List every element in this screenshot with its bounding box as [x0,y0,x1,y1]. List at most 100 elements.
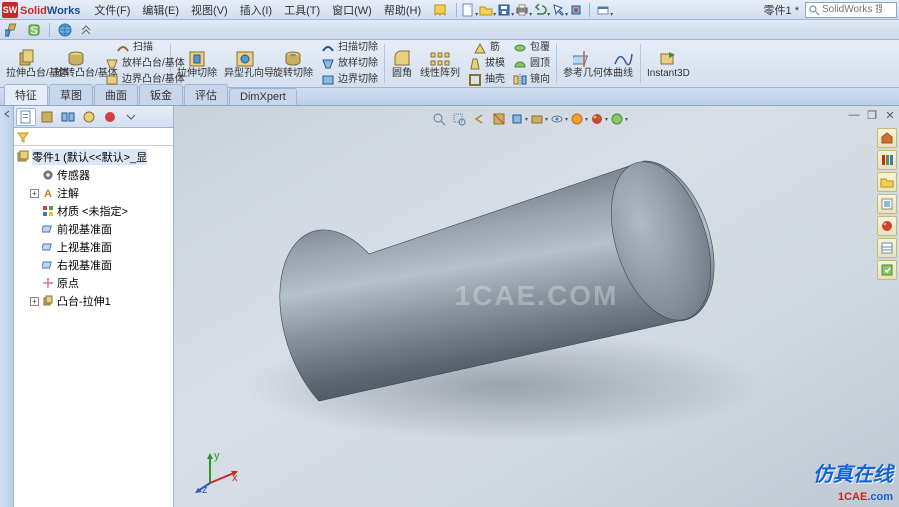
3d-viewport[interactable]: 1CAE.COM y x z 仿真在线 1CAE.com [174,106,899,507]
task-explorer-icon[interactable] [877,172,897,192]
collapse-toggle-icon[interactable] [3,110,11,118]
menu-script-icon[interactable] [427,1,453,19]
extrude-boss-button[interactable]: 拉伸凸台/基体 [3,41,51,86]
menu-file[interactable]: 文件(F) [88,0,136,20]
view-orientation-icon[interactable]: ▾ [510,110,528,128]
curves-button[interactable]: 曲线 [609,41,637,86]
menu-help[interactable]: 帮助(H) [378,0,427,20]
tree-item-top-plane[interactable]: 上视基准面 [28,238,173,256]
fm-tab-config[interactable] [58,108,78,126]
undo-button[interactable]: ▾ [532,2,548,18]
fm-tab-tree[interactable] [16,108,36,126]
cut-extrude-button[interactable]: 拉伸切除 [174,41,220,86]
tree-item-annotations[interactable]: +A注解 [28,184,173,202]
window-controls: — ❐ ✕ [847,108,897,122]
menu-tools[interactable]: 工具(T) [278,0,326,20]
task-properties-icon[interactable] [877,238,897,258]
revolve-boss-button[interactable]: 旋转凸台/基体 [52,41,100,86]
draft-button[interactable]: 拔模 [464,56,508,72]
hide-show-icon[interactable]: ▾ [550,110,568,128]
close-icon[interactable]: ✕ [883,108,897,122]
zoom-fit-icon[interactable] [430,110,448,128]
rib-button[interactable]: 筋 [464,40,508,56]
hole-wizard-button[interactable]: 异型孔向导 [221,41,269,86]
tab-sketch[interactable]: 草图 [49,84,93,105]
secondary-toolbar: S [0,20,899,40]
tree-item-sensors[interactable]: 传感器 [28,166,173,184]
save-button[interactable]: ▾ [496,2,512,18]
tab-evaluate[interactable]: 评估 [184,84,228,105]
boundary-button[interactable]: 边界凸台/基体 [101,72,167,88]
select-button[interactable]: ▾ [550,2,566,18]
section-view-icon[interactable] [490,110,508,128]
tree-item-origin[interactable]: 原点 [28,274,173,292]
separator [589,3,590,17]
rebuild-button[interactable] [568,2,584,18]
display-style-icon[interactable]: ▾ [530,110,548,128]
cut-revolve-button[interactable]: 旋转切除 [270,41,316,86]
expand-icon[interactable] [77,21,95,39]
mirror-button[interactable]: 镜向 [509,72,553,88]
tree-item-front-plane[interactable]: 前视基准面 [28,220,173,238]
search-box[interactable] [805,2,897,18]
tree-item-extrude1[interactable]: +凸台-拉伸1 [28,292,173,310]
sweep-button[interactable]: 扫描 [101,40,167,56]
search-input[interactable] [822,4,882,15]
linear-pattern-button[interactable]: 线性阵列 [417,41,463,86]
task-recovery-icon[interactable] [877,260,897,280]
fm-tab-display[interactable] [100,108,120,126]
feature-palette-icon[interactable] [4,21,22,39]
cut-boundary-button[interactable]: 边界切除 [317,72,381,88]
workspace: 零件1 (默认<<默认>_显 传感器 +A注解 材质 <未指定> 前视基准面 上… [0,106,899,507]
fm-tab-expand[interactable] [121,108,141,126]
filter-bar[interactable] [14,128,173,146]
menu-insert[interactable]: 插入(I) [234,0,278,20]
menu-window[interactable]: 窗口(W) [326,0,378,20]
command-tabs: 特征 草图 曲面 钣金 评估 DimXpert [0,88,899,106]
tree-item-material[interactable]: 材质 <未指定> [28,202,173,220]
loft-button[interactable]: 放样凸台/基体 [101,56,167,72]
task-library-icon[interactable] [877,150,897,170]
fm-tab-dimxpert[interactable] [79,108,99,126]
tab-features[interactable]: 特征 [4,84,48,105]
cut-sweep-button[interactable]: 扫描切除 [317,40,381,56]
task-appearance-icon[interactable] [877,216,897,236]
menu-edit[interactable]: 编辑(E) [136,0,185,20]
separator [556,44,557,83]
view-toolbar: ▾ ▾ ▾ ▾ ▾ ▾ [430,110,628,128]
globe-icon[interactable] [56,21,74,39]
view-triad-icon[interactable]: y x z [192,445,242,495]
instant3d-button[interactable]: Instant3D [644,41,692,86]
new-doc-button[interactable]: ▾ [460,2,476,18]
minimize-icon[interactable]: — [847,108,861,122]
task-resources-icon[interactable] [877,128,897,148]
expand-icon[interactable]: + [30,189,39,198]
reference-geometry-button[interactable]: 参考几何体 [560,41,608,86]
app-brand: SolidWorks [20,3,80,17]
tree-root[interactable]: 零件1 (默认<<默认>_显 [14,148,173,166]
appearance-icon[interactable]: ▾ [590,110,608,128]
sketch-palette-icon[interactable]: S [25,21,43,39]
prev-view-icon[interactable] [470,110,488,128]
options-button[interactable]: ▾ [595,2,611,18]
fillet-button[interactable]: 圆角 [388,41,416,86]
cut-loft-button[interactable]: 放样切除 [317,56,381,72]
dome-button[interactable]: 圆顶 [509,56,553,72]
tree-item-right-plane[interactable]: 右视基准面 [28,256,173,274]
fm-tab-property[interactable] [37,108,57,126]
open-button[interactable]: ▾ [478,2,494,18]
shell-button[interactable]: 抽壳 [464,72,508,88]
view-settings-icon[interactable]: ▾ [610,110,628,128]
tab-dimxpert[interactable]: DimXpert [229,88,297,105]
separator [49,23,50,37]
print-button[interactable]: ▾ [514,2,530,18]
scene-icon[interactable]: ▾ [570,110,588,128]
task-pane [877,128,897,280]
menu-view[interactable]: 视图(V) [185,0,234,20]
expand-icon[interactable]: + [30,297,39,306]
task-view-palette-icon[interactable] [877,194,897,214]
wrap-button[interactable]: 包覆 [509,40,553,56]
zoom-area-icon[interactable] [450,110,468,128]
separator [640,44,641,83]
maximize-icon[interactable]: ❐ [865,108,879,122]
